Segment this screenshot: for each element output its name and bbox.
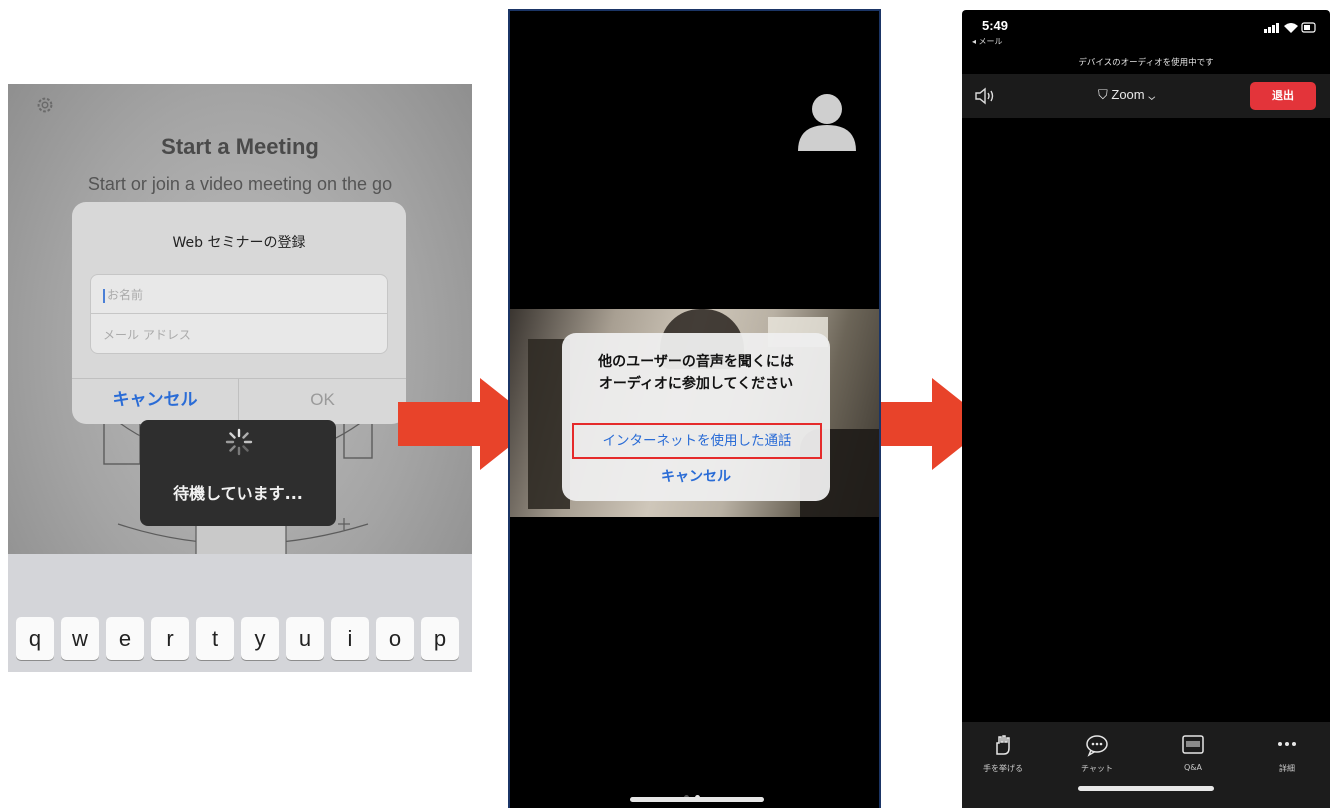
qa-icon: [1182, 735, 1204, 754]
more-icon: [1278, 742, 1296, 746]
join-audio-screen: 他のユーザーの音声を聞くには オーディオに参加してください インターネットを使用…: [508, 9, 881, 808]
join-audio-alert: 他のユーザーの音声を聞くには オーディオに参加してください インターネットを使用…: [562, 333, 830, 501]
avatar-icon: [798, 94, 856, 151]
waiting-indicator: 待機しています...: [140, 420, 336, 526]
meeting-info-dropdown[interactable]: ⛉ Zoom ⌄: [1098, 87, 1155, 103]
ok-button[interactable]: OK: [239, 379, 406, 424]
text-caret: [103, 288, 105, 303]
status-icons: [1264, 22, 1316, 33]
key-o[interactable]: o: [376, 617, 414, 660]
key-i[interactable]: i: [331, 617, 369, 660]
speaker-icon[interactable]: [974, 87, 996, 105]
meeting-name: Zoom: [1111, 87, 1145, 102]
dialog-buttons: キャンセル OK: [72, 378, 406, 424]
leave-button[interactable]: 退出: [1250, 82, 1316, 110]
waiting-text: 待機しています...: [173, 484, 303, 503]
meeting-top-bar: ⛉ Zoom ⌄ 退出: [962, 74, 1330, 118]
alert-title: 他のユーザーの音声を聞くには オーディオに参加してください: [562, 351, 830, 395]
qa-button[interactable]: Q&A: [1158, 732, 1228, 792]
raise-hand-label: 手を挙げる: [983, 764, 1023, 773]
key-t[interactable]: t: [196, 617, 234, 660]
name-field[interactable]: お名前: [91, 275, 387, 314]
key-p[interactable]: p: [421, 617, 459, 660]
key-r[interactable]: r: [151, 617, 189, 660]
meeting-toolbar: 手を挙げる チャット Q&A 詳細: [962, 722, 1330, 808]
chat-label: チャット: [1081, 764, 1113, 773]
status-time: 5:49: [982, 18, 1009, 33]
meeting-screen: 5:49 ◂ メール デバイスのオーディオを使用中です ⛉ Zoom ⌄ 退出 …: [962, 10, 1330, 808]
back-to-app-link[interactable]: ◂ メール: [972, 36, 1003, 47]
alert-title-line1: 他のユーザーの音声を聞くには: [598, 354, 794, 370]
cancel-button[interactable]: キャンセル: [562, 465, 830, 489]
key-y[interactable]: y: [241, 617, 279, 660]
home-indicator[interactable]: [1078, 786, 1214, 791]
audio-status-banner: デバイスのオーディオを使用中です: [1078, 58, 1214, 68]
form-fields: お名前 メール アドレス: [90, 274, 388, 354]
more-label: 詳細: [1279, 764, 1295, 773]
chevron-down-icon: ⌄: [1148, 87, 1156, 102]
more-button[interactable]: 詳細: [1252, 732, 1322, 792]
key-q[interactable]: q: [16, 617, 54, 660]
email-placeholder: メール アドレス: [103, 328, 191, 342]
spinner-icon: [225, 428, 253, 456]
raise-hand-button[interactable]: 手を挙げる: [968, 732, 1038, 792]
chat-icon: [1086, 735, 1108, 757]
home-indicator[interactable]: [630, 797, 764, 802]
qa-label: Q&A: [1183, 763, 1202, 772]
shield-icon: ⛉: [1098, 87, 1108, 102]
cancel-button[interactable]: キャンセル: [72, 379, 239, 424]
signal-icon: [1264, 23, 1279, 33]
email-field[interactable]: メール アドレス: [91, 315, 387, 354]
chat-button[interactable]: チャット: [1062, 732, 1132, 792]
page-indicator: [684, 785, 708, 800]
key-w[interactable]: w: [61, 617, 99, 660]
internet-audio-button[interactable]: インターネットを使用した通話: [572, 423, 822, 459]
alert-title-line2: オーディオに参加してください: [598, 376, 794, 392]
dialog-title: Web セミナーの登録: [172, 235, 306, 251]
wifi-icon: [1284, 23, 1298, 33]
raise-hand-icon: [996, 735, 1010, 755]
keyboard: q w e r t y u i o p: [8, 554, 472, 672]
name-placeholder: お名前: [107, 288, 144, 302]
key-u[interactable]: u: [286, 617, 324, 660]
webinar-registration-dialog: Web セミナーの登録 お名前 メール アドレス キャンセル OK: [72, 202, 406, 424]
key-e[interactable]: e: [106, 617, 144, 660]
